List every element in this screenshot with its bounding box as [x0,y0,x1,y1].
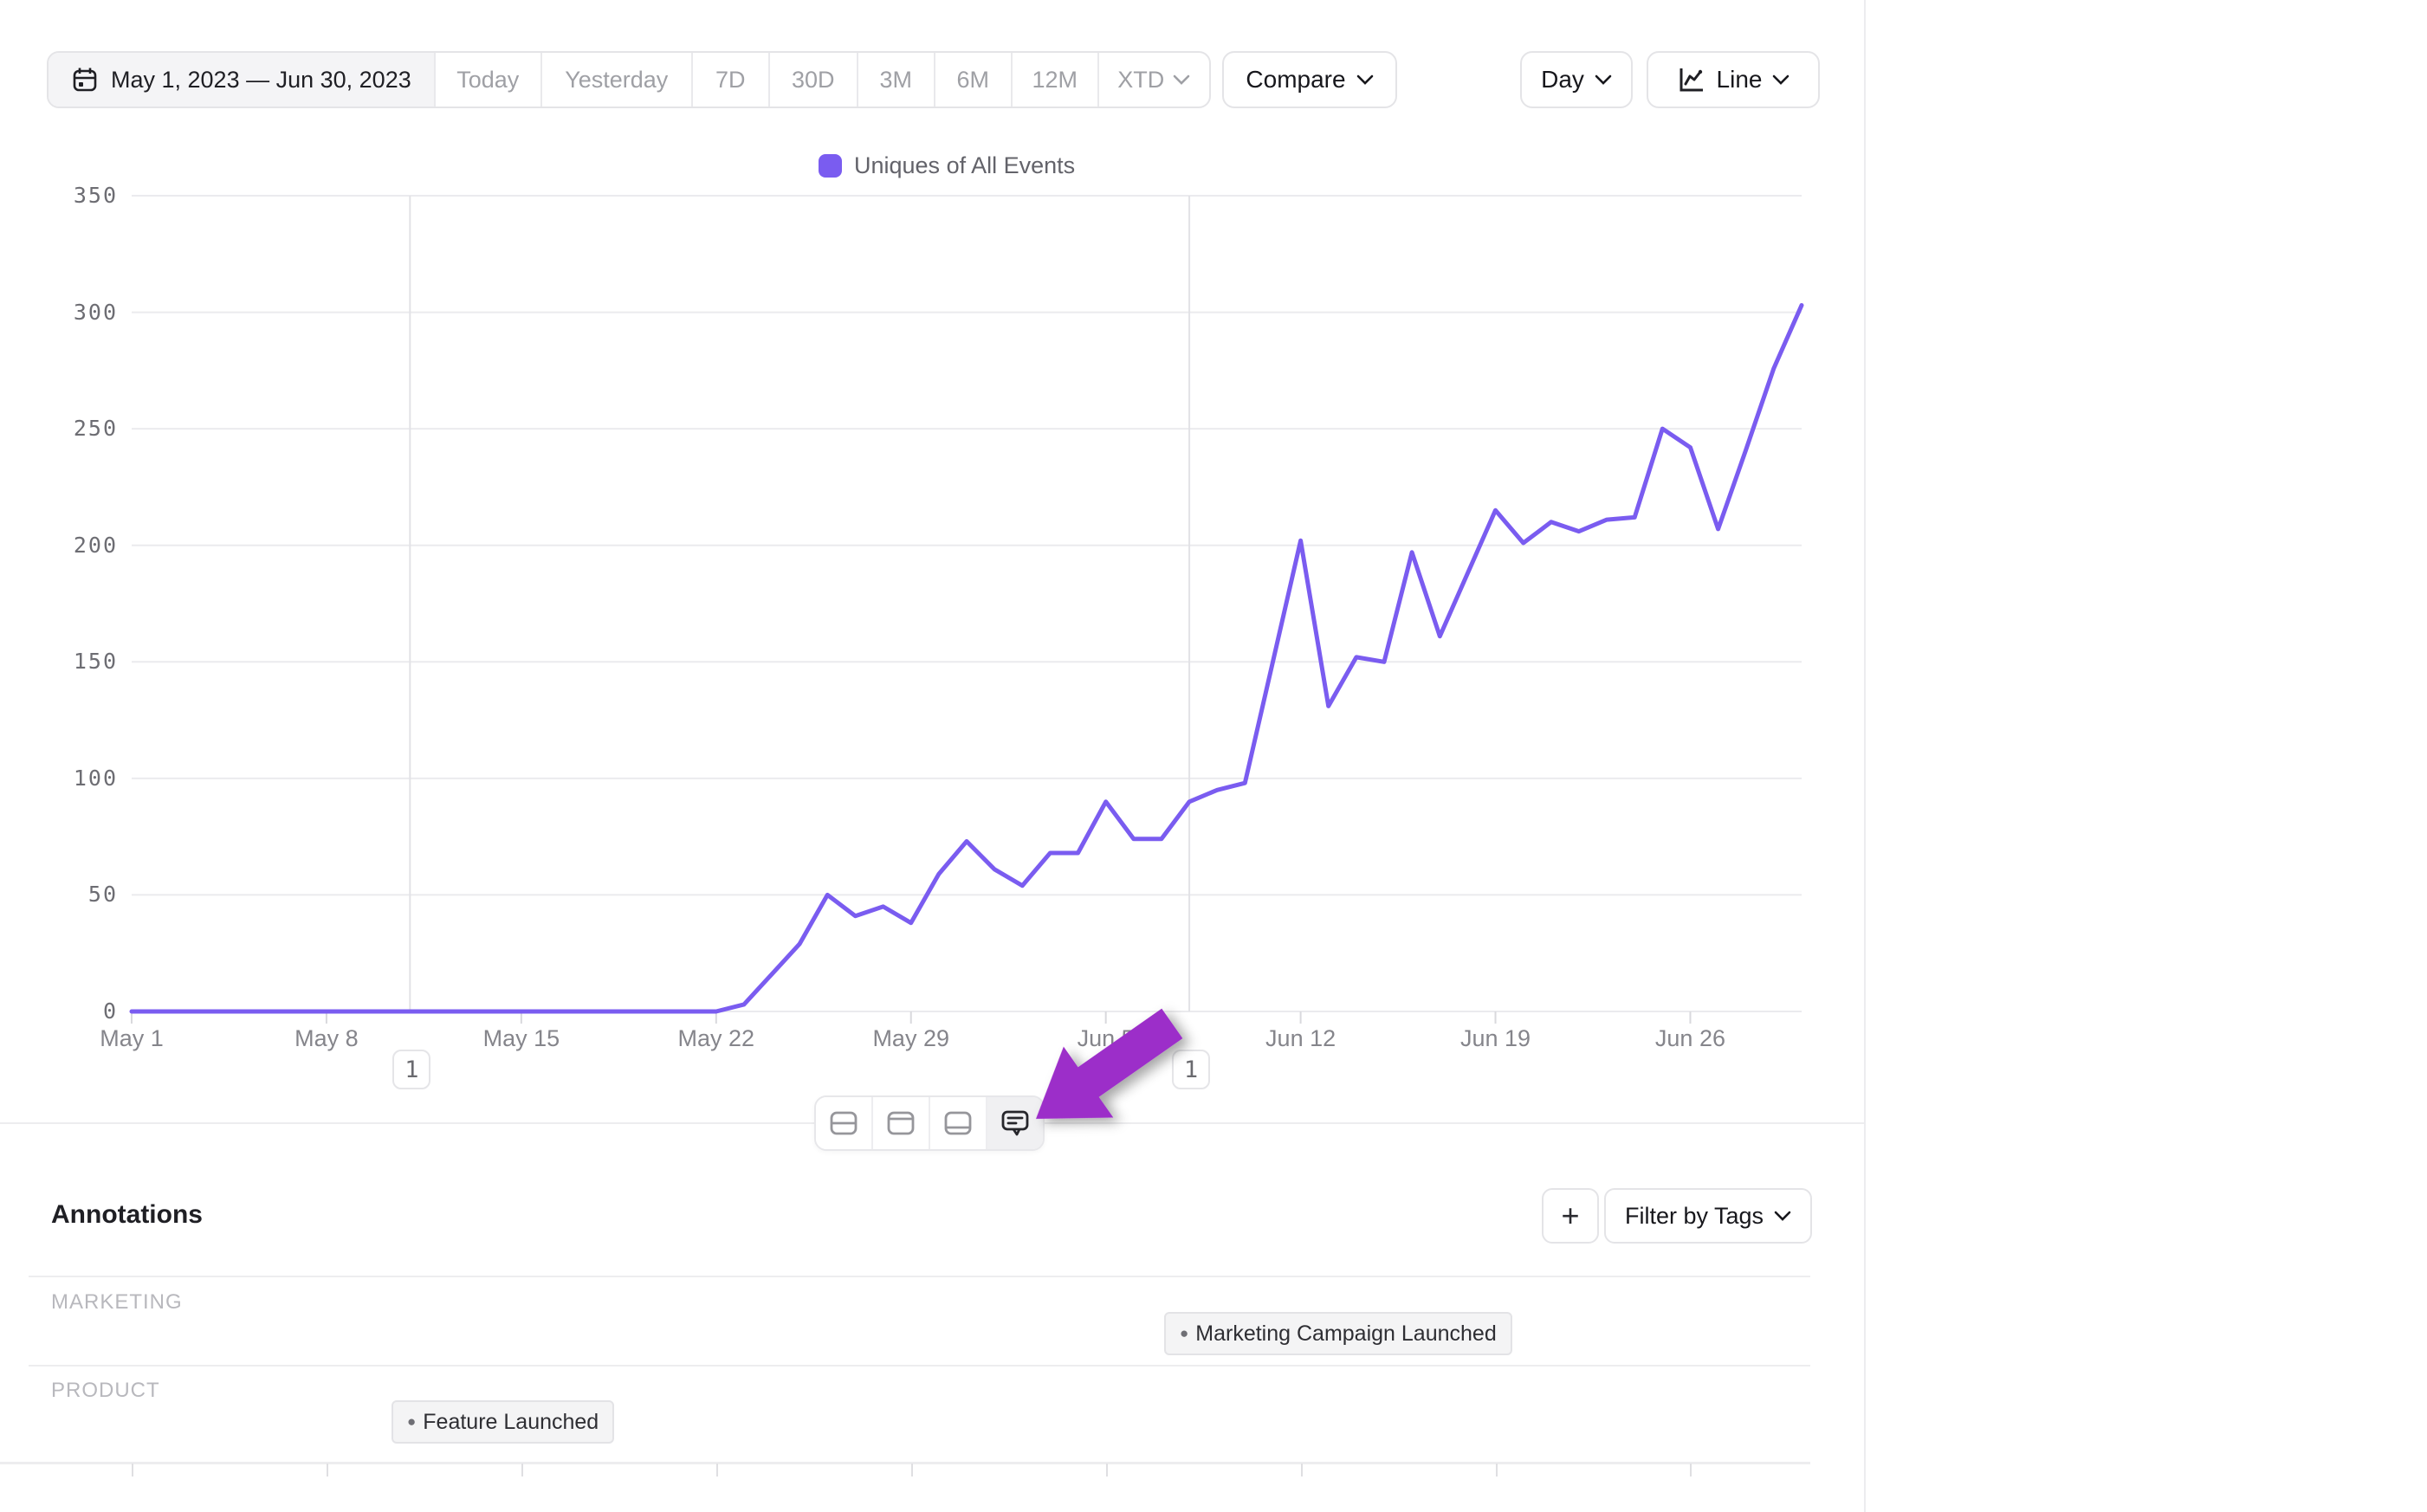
timeline-tick [1690,1464,1692,1476]
lane-divider [29,1365,1810,1367]
series-line[interactable] [132,306,1802,1012]
timeline-tick [911,1464,913,1476]
app-root: May 1, 2023 — Jun 30, 2023 Today Yesterd… [0,0,2427,1512]
annotations-panel-title: Annotations [51,1200,203,1230]
split-rows-button[interactable] [816,1097,873,1149]
split-rows-icon [829,1110,858,1136]
y-axis-tick-label: 150 [26,649,118,674]
granularity-button[interactable]: Day [1520,51,1633,108]
calendar-icon [71,66,99,94]
chevron-down-icon [1173,74,1190,85]
timeline-tick [1496,1464,1498,1476]
add-annotation-button[interactable]: + [1542,1188,1599,1244]
x-axis-tick-label: Jun 12 [1240,1025,1362,1052]
lane-divider [29,1276,1810,1277]
date-range-control: May 1, 2023 — Jun 30, 2023 Today Yesterd… [47,51,1211,108]
timeline-tick [1301,1464,1303,1476]
annotation-dot-icon: ● [1180,1325,1188,1342]
preset-6m[interactable]: 6M [935,53,1013,107]
line-chart-icon [1677,65,1706,94]
preset-3m[interactable]: 3M [858,53,935,107]
y-axis-tick-label: 50 [26,882,118,907]
pointer-arrow [996,1005,1239,1152]
legend-label: Uniques of All Events [854,152,1075,179]
preset-12m[interactable]: 12M [1013,53,1099,107]
panel-top-icon [886,1110,916,1136]
preset-7d[interactable]: 7D [693,53,770,107]
chevron-down-icon [1595,74,1612,85]
chevron-down-icon [1772,74,1790,85]
date-range-button[interactable]: May 1, 2023 — Jun 30, 2023 [49,53,436,107]
date-range-label: May 1, 2023 — Jun 30, 2023 [111,67,411,94]
panel-bottom-icon [943,1110,973,1136]
x-axis-tick-label: Jun 26 [1629,1025,1751,1052]
lane-label-product: PRODUCT [51,1379,160,1403]
x-axis-tick-label: Jun 19 [1435,1025,1557,1052]
chart-legend[interactable]: Uniques of All Events [819,152,1075,179]
y-axis-tick-label: 350 [26,183,118,208]
preset-yesterday[interactable]: Yesterday [542,53,693,107]
query-sidebar: Query Chart Annotations [1864,0,2427,1512]
timeline-tick [716,1464,718,1476]
compare-button[interactable]: Compare [1222,51,1397,108]
annotation-chip-feature-launched[interactable]: ● Feature Launched [392,1400,614,1444]
chart-type-button[interactable]: Line [1647,51,1820,108]
panel-bottom-button[interactable] [930,1097,987,1149]
chevron-down-icon [1356,74,1374,85]
timeline-tick [132,1464,133,1476]
timeline-tick [521,1464,523,1476]
annotations-timeline-axis [0,1462,1810,1464]
preset-today[interactable]: Today [436,53,542,107]
preset-xtd[interactable]: XTD [1099,53,1209,107]
annotation-dot-icon: ● [407,1413,416,1431]
y-axis-tick-label: 250 [26,416,118,441]
panel-top-button[interactable] [873,1097,930,1149]
x-axis-tick-label: May 29 [851,1025,972,1052]
x-axis-tick-label: May 1 [71,1025,192,1052]
chevron-down-icon [1774,1211,1791,1221]
y-axis-tick-label: 100 [26,766,118,791]
x-axis-tick-label: May 8 [266,1025,387,1052]
legend-swatch [819,154,842,178]
plus-icon: + [1561,1198,1579,1234]
main-area: May 1, 2023 — Jun 30, 2023 Today Yesterd… [0,0,1864,1512]
y-axis-tick-label: 200 [26,533,118,558]
annotation-count-badge[interactable]: 1 [392,1050,430,1089]
y-axis-tick-label: 300 [26,300,118,325]
lane-label-marketing: MARKETING [51,1290,183,1315]
timeline-tick [1106,1464,1108,1476]
uniques-line-chart[interactable] [132,196,1802,1027]
x-axis-tick-label: May 22 [656,1025,777,1052]
annotation-chip-marketing-campaign[interactable]: ● Marketing Campaign Launched [1164,1312,1512,1355]
x-axis-tick-label: May 15 [461,1025,582,1052]
y-axis-tick-label: 0 [26,998,118,1024]
filter-by-tags-button[interactable]: Filter by Tags [1604,1188,1812,1244]
timeline-tick [327,1464,328,1476]
preset-30d[interactable]: 30D [770,53,858,107]
